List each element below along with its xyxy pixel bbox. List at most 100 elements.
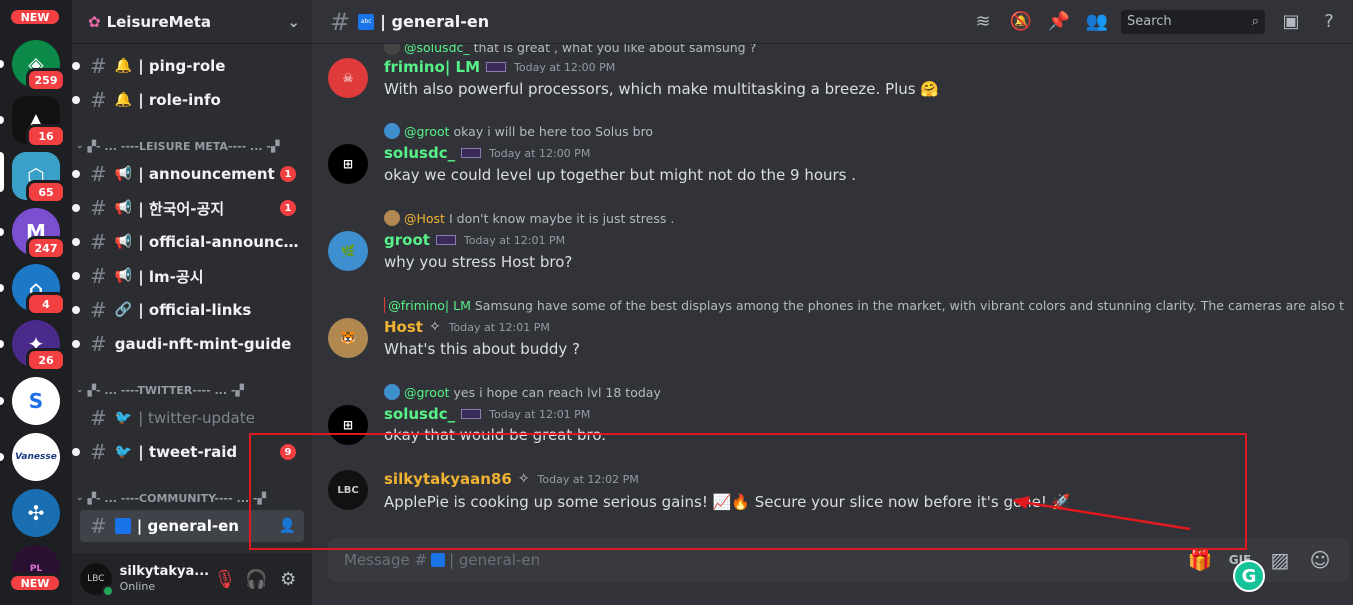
server-icon[interactable]: M 247 xyxy=(12,208,66,260)
bird-icon: 🐦 xyxy=(114,444,133,460)
gear-icon[interactable]: ⚙ xyxy=(272,563,304,595)
channel-title: | general-en xyxy=(380,12,490,31)
avatar[interactable]: 🌿 xyxy=(328,231,368,271)
author-name[interactable]: frimino| LM xyxy=(384,58,480,76)
message-body: okay we could level up together but migh… xyxy=(384,166,857,184)
unread-badge: 65 xyxy=(26,180,66,204)
author-name[interactable]: solusdc_ xyxy=(384,405,455,423)
channel-official-announcements[interactable]: # 📢 | official-announce... xyxy=(72,226,304,258)
reply-preview[interactable]: @groot okay i will be here too Solus bro xyxy=(384,122,1344,140)
timestamp: Today at 12:01 PM xyxy=(448,320,550,334)
channel-role-info[interactable]: # 🔔 | role-info xyxy=(72,84,304,116)
avatar[interactable]: 🐯 xyxy=(328,318,368,358)
help-icon[interactable]: ? xyxy=(1317,10,1341,34)
channel-official-links[interactable]: # 🔗 | official-links xyxy=(72,294,304,326)
author-name[interactable]: solusdc_ xyxy=(384,144,455,162)
unread-dot xyxy=(72,448,80,456)
unread-badge: 259 xyxy=(26,68,66,92)
category-twitter[interactable]: ⌄ ▞- ... ----TWITTER---- ... -▞ xyxy=(76,380,244,400)
unread-badge: 26 xyxy=(26,348,66,372)
category-leisure-meta[interactable]: ⌄ ▞- ... ----LEISURE META---- ... -▞ xyxy=(76,136,279,156)
bird-icon: 🐦 xyxy=(114,410,133,426)
channel-gaudi-nft-mint-guide[interactable]: # gaudi-nft-mint-guide xyxy=(72,328,304,360)
server-icon[interactable]: ▲ 16 xyxy=(12,96,66,148)
reply-text: Samsung have some of the best displays a… xyxy=(474,297,1344,313)
message-header: solusdc_ Today at 12:01 PM xyxy=(384,405,590,423)
search-icon: ⌕ xyxy=(1251,14,1259,29)
server-icon-active[interactable]: ⬡ 65 xyxy=(12,152,66,204)
search-placeholder: Search xyxy=(1127,14,1172,29)
channel-label: gaudi-nft-mint-guide xyxy=(114,335,292,353)
channel-label: | official-links xyxy=(138,301,252,319)
megaphone-icon: 📢 xyxy=(114,268,133,284)
flag-icon xyxy=(114,518,131,534)
grammarly-icon[interactable]: G xyxy=(1233,560,1265,592)
avatar[interactable]: ☠ xyxy=(328,58,368,98)
server-tag-icon xyxy=(461,148,482,158)
flag-icon: abc xyxy=(358,13,375,30)
category-community[interactable]: ⌄ ▞- ... ----COMMUNITY---- ... -▞ xyxy=(76,488,266,508)
channel-twitter-update[interactable]: # 🐦 | twitter-update xyxy=(80,402,304,434)
category-label: ▞- ... ----COMMUNITY---- ... -▞ xyxy=(87,491,266,505)
guild-header[interactable]: ✿ LeisureMeta ⌄ xyxy=(72,0,312,44)
author-name[interactable]: Host xyxy=(384,318,423,336)
member-list-icon[interactable]: 👥 xyxy=(1085,10,1109,34)
unread-dot xyxy=(72,96,80,104)
reply-preview[interactable]: @solusdc_ that is great , what you like … xyxy=(384,44,1344,56)
chevron-down-icon: ⌄ xyxy=(76,385,84,395)
bell-icon: 🔔 xyxy=(114,58,133,74)
server-tag-icon xyxy=(435,235,456,245)
threads-icon[interactable]: ≋ xyxy=(971,10,995,34)
unread-dot xyxy=(72,306,80,314)
hash-icon: # xyxy=(90,440,107,464)
mute-mic-icon[interactable]: 🎙 xyxy=(209,563,241,595)
hash-icon: # xyxy=(90,298,107,322)
headphones-icon[interactable]: 🎧 xyxy=(241,563,273,595)
notification-muted-icon[interactable]: 🔕 xyxy=(1009,10,1033,34)
hash-icon: # xyxy=(90,196,107,220)
server-icon[interactable]: ◈ 259 xyxy=(12,40,66,92)
pin-icon[interactable]: 📌 xyxy=(1047,10,1071,34)
reply-name: @groot xyxy=(404,123,450,139)
server-icon[interactable]: ⌂ 4 xyxy=(12,264,66,316)
flag-icon xyxy=(431,553,446,567)
message-body: why you stress Host bro? xyxy=(384,253,573,271)
hash-icon: # xyxy=(90,162,107,186)
annotation-highlight-box xyxy=(249,433,1247,550)
guild-icon: ✿ xyxy=(88,12,101,31)
server-icon[interactable]: ✦ 26 xyxy=(12,320,66,372)
avatar[interactable]: ⊞ xyxy=(328,144,368,184)
server-icon[interactable]: ✣ xyxy=(12,489,60,537)
sticker-icon[interactable]: ▨ xyxy=(1267,547,1293,573)
reply-avatar xyxy=(384,44,400,55)
message: @solusdc_ that is great , what you like … xyxy=(312,44,1353,104)
new-tag: NEW xyxy=(8,7,62,27)
hash-icon: # xyxy=(90,406,107,430)
hash-icon: # xyxy=(90,264,107,288)
author-name[interactable]: groot xyxy=(384,231,430,249)
message-header: solusdc_ Today at 12:00 PM xyxy=(384,144,590,162)
server-tag-icon xyxy=(461,409,482,419)
channel-announcement[interactable]: # 📢 | announcement 1 xyxy=(72,158,304,190)
emoji-icon[interactable]: ☺ xyxy=(1307,547,1333,573)
channel-korean-notice[interactable]: # 📢 | 한국어-공지 1 xyxy=(72,192,304,224)
channel-ping-role[interactable]: # 🔔 | ping-role xyxy=(72,50,304,82)
message-input[interactable]: Message # | general-en xyxy=(344,551,1173,569)
message: @groot okay i will be here too Solus bro… xyxy=(312,122,1353,192)
hash-icon: # xyxy=(90,54,107,78)
placeholder-prefix: Message # xyxy=(344,551,428,569)
gift-icon[interactable]: 🎁 xyxy=(1187,547,1213,573)
channel-header: # abc | general-en ≋ 🔕 📌 👥 Search ⌕ ▣ ? xyxy=(312,0,1353,44)
server-icon[interactable]: Vanesse xyxy=(12,433,60,481)
server-icon[interactable]: S xyxy=(12,377,60,425)
timestamp: Today at 12:01 PM xyxy=(489,407,591,421)
channel-label: | role-info xyxy=(138,91,221,109)
inbox-icon[interactable]: ▣ xyxy=(1279,10,1303,34)
reply-preview[interactable]: @groot yes i hope can reach lvl 18 today xyxy=(384,383,1344,401)
channel-lm-disclosure[interactable]: # 📢 | lm-공시 xyxy=(72,260,304,292)
search-input[interactable]: Search ⌕ xyxy=(1121,9,1265,34)
user-avatar[interactable]: LBC xyxy=(80,563,114,597)
reply-preview[interactable]: @Host I don't know maybe it is just stre… xyxy=(384,209,1344,227)
reply-preview[interactable]: @frimino| LM Samsung have some of the be… xyxy=(384,296,1344,314)
unread-pill xyxy=(0,453,4,461)
